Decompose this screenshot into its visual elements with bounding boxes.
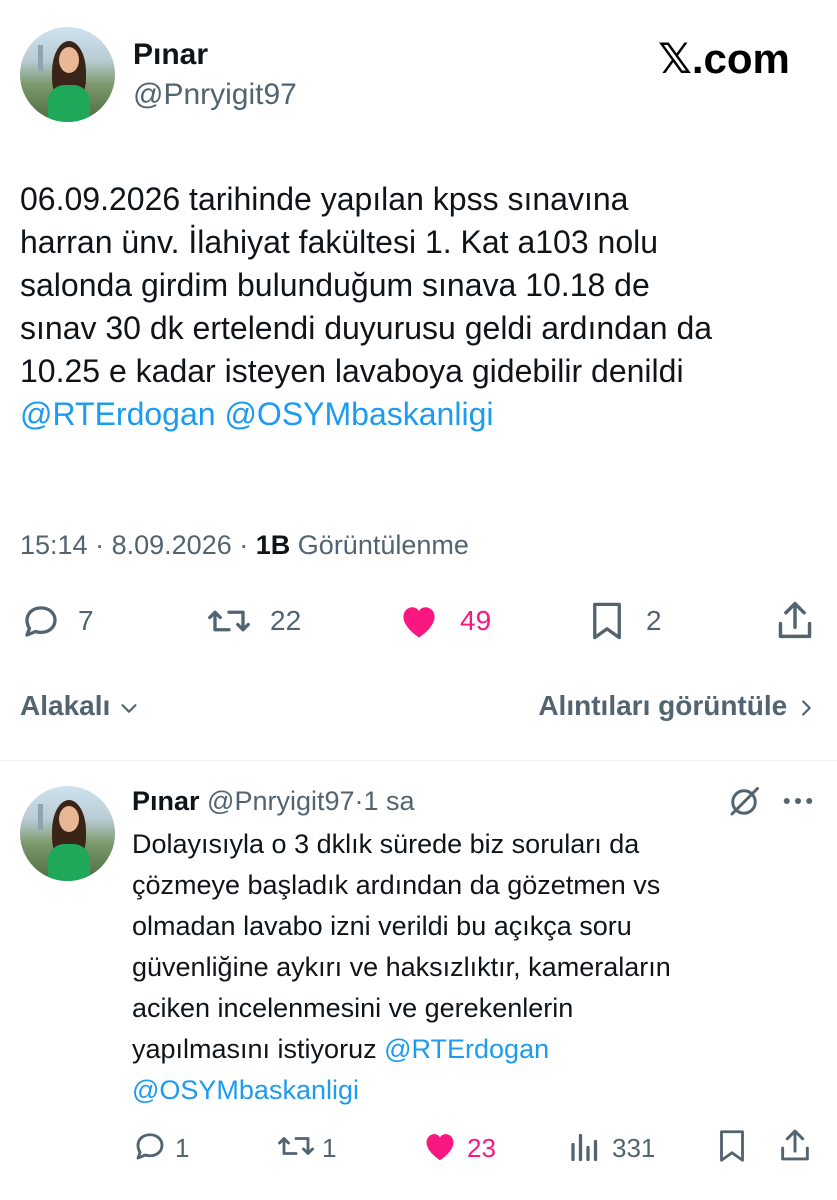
chevron-down-icon <box>118 697 140 719</box>
mention-link[interactable]: @OSYMbaskanligi <box>132 1075 359 1105</box>
reply-time[interactable]: 1 sa <box>364 786 415 816</box>
views-chart-icon[interactable] <box>568 1128 602 1164</box>
meta-separator: · <box>95 530 105 560</box>
more-options-icon[interactable] <box>778 786 818 816</box>
reply-line: güvenliğine aykırı ve haksızlıktır, kame… <box>132 952 671 982</box>
reply-header: Pınar @Pnryigit97·1 sa <box>132 786 415 817</box>
bookmark-count: 2 <box>646 605 662 636</box>
reply-like-count: 23 <box>467 1133 496 1163</box>
tweet-text: 06.09.2026 tarihinde yapılan kpss sınavı… <box>20 178 820 436</box>
reply-separator: · <box>354 786 364 816</box>
reply-count: 7 <box>78 605 94 636</box>
view-quotes-label: Alıntıları görüntüle <box>538 690 788 721</box>
tweet-date[interactable]: 8.09.2026 <box>112 530 232 560</box>
reply-line: Dolayısıyla o 3 dklık sürede biz sorular… <box>132 829 640 859</box>
reply-line: yapılmasını istiyoruz @RTErdogan <box>132 1029 822 1070</box>
retweet-icon[interactable] <box>276 1128 316 1164</box>
views-count: 1B <box>255 530 291 560</box>
reply-icon[interactable] <box>20 600 62 642</box>
reply-author-handle[interactable]: @Pnryigit97 <box>207 786 354 816</box>
bookmark-icon[interactable] <box>716 1128 748 1164</box>
mention-link[interactable]: @OSYMbaskanligi <box>224 396 493 432</box>
reply-line: olmadan lavabo izni verildi bu açıkça so… <box>132 911 632 941</box>
reply-icon[interactable] <box>132 1128 168 1164</box>
bookmark-icon[interactable] <box>588 600 626 642</box>
chevron-right-icon <box>795 697 817 719</box>
mention-link[interactable]: @RTErdogan <box>20 396 216 432</box>
author-name[interactable]: Pınar <box>133 38 208 72</box>
reply-author-avatar[interactable] <box>20 786 115 881</box>
tweet-time[interactable]: 15:14 <box>20 530 88 560</box>
tweet-line: sınav 30 dk ertelendi duyurusu geldi ard… <box>20 310 713 346</box>
view-quotes-link[interactable]: Alıntıları görüntüle <box>538 690 817 722</box>
tweet-line: harran ünv. İlahiyat fakültesi 1. Kat a1… <box>20 224 659 260</box>
x-logo: 𝕏.com <box>658 35 790 82</box>
reply-retweet-count: 1 <box>322 1133 337 1163</box>
tweet-line: 06.09.2026 tarihinde yapılan kpss sınavı… <box>20 181 629 217</box>
reply-text: Dolayısıyla o 3 dklık sürede biz sorular… <box>132 824 822 1111</box>
grok-icon[interactable] <box>726 784 762 820</box>
author-avatar[interactable] <box>20 27 115 122</box>
tweet-meta: 15:14 · 8.09.2026 · 1B Görüntülenme <box>20 530 469 561</box>
heart-filled-icon[interactable] <box>396 599 442 643</box>
divider <box>0 760 837 761</box>
tweet-line: salonda girdim bulunduğum sınava 10.18 d… <box>20 267 650 303</box>
retweet-count: 22 <box>270 605 302 636</box>
retweet-icon[interactable] <box>205 600 253 642</box>
relevant-filter[interactable]: Alakalı <box>20 690 140 722</box>
views-label: Görüntülenme <box>297 530 469 560</box>
reply-author-name[interactable]: Pınar <box>132 786 200 816</box>
reply-reply-count: 1 <box>175 1133 190 1163</box>
tweet-line: 10.25 e kadar isteyen lavaboya gidebilir… <box>20 353 684 389</box>
author-handle[interactable]: @Pnryigit97 <box>133 78 297 112</box>
tweet-mentions: @RTErdogan @OSYMbaskanligi <box>20 393 820 436</box>
share-icon[interactable] <box>778 1126 812 1164</box>
like-count: 49 <box>460 605 492 636</box>
reply-views-count: 331 <box>612 1133 656 1163</box>
reply-line: çözmeye başladık ardından da gözetmen vs <box>132 870 661 900</box>
relevant-label: Alakalı <box>20 690 111 721</box>
share-icon[interactable] <box>775 598 815 642</box>
heart-filled-icon[interactable] <box>420 1127 460 1165</box>
meta-separator: · <box>239 530 249 560</box>
mention-link[interactable]: @RTErdogan <box>384 1034 549 1064</box>
reply-line-text: yapılmasını istiyoruz <box>132 1034 377 1064</box>
reply-line: aciken incelenmesini ve gerekenlerin <box>132 993 574 1023</box>
